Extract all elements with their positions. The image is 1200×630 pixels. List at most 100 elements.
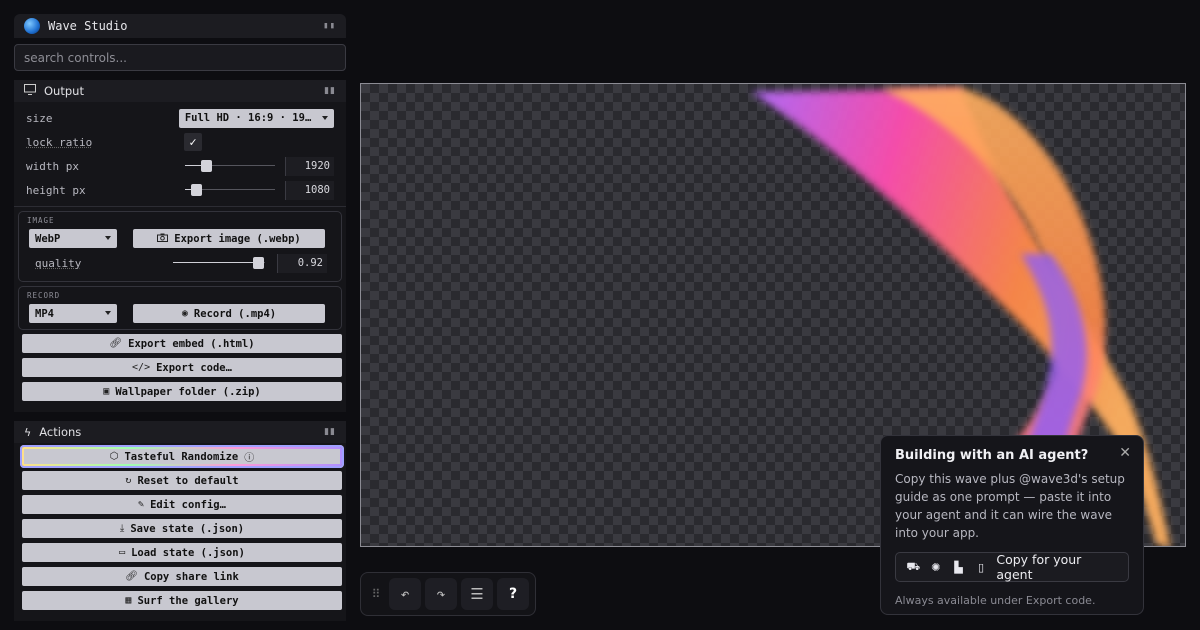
cube-icon: ⬡: [109, 451, 119, 462]
image-icon: ▣: [103, 386, 110, 397]
redo-button[interactable]: ↷: [425, 578, 457, 610]
image-subfolder-title: IMAGE: [27, 216, 55, 225]
surf-gallery-button[interactable]: ▦ Surf the gallery: [22, 591, 342, 610]
record-format-select[interactable]: MP4: [29, 304, 117, 323]
lock-ratio-label: lock ratio: [26, 135, 93, 149]
quality-slider-knob[interactable]: [253, 257, 264, 269]
grip-icon[interactable]: ⠿: [367, 587, 385, 601]
height-label: height px: [26, 183, 86, 197]
image-format-select[interactable]: WebP: [29, 229, 117, 248]
size-select-value: Full HD · 16:9 · 19…: [184, 112, 312, 124]
collapse-handle-icon[interactable]: ▮▮: [324, 427, 336, 437]
redo-icon: ↷: [436, 585, 446, 603]
copy-for-agent-button[interactable]: ⛟ ✺ ▙ ▯ Copy for your agent: [895, 552, 1129, 582]
record-icon: ◉: [181, 308, 188, 319]
quality-input[interactable]: 0.92: [277, 253, 327, 273]
image-subfolder: IMAGE WebP Export image (.webp) quality: [18, 211, 342, 282]
undo-button[interactable]: ↶: [389, 578, 421, 610]
export-embed-button[interactable]: 🔗︎ Export embed (.html): [22, 334, 342, 353]
height-slider-knob[interactable]: [190, 184, 202, 196]
record-button[interactable]: ◉ Record (.mp4): [133, 304, 325, 323]
chevron-down-icon: [105, 311, 111, 315]
wallpaper-folder-button[interactable]: ▣ Wallpaper folder (.zip): [22, 382, 342, 401]
edit-config-button[interactable]: ✎ Edit config…: [22, 495, 342, 514]
popup-footer: Always available under Export code.: [895, 594, 1096, 607]
load-state-label: Load state (.json): [131, 546, 245, 559]
collapse-handle-icon[interactable]: ▮▮: [323, 21, 336, 31]
quality-slider[interactable]: [173, 254, 265, 272]
folder-actions-body: ⬡ Tasteful Randomize ⓘ ↻ Reset to defaul…: [14, 443, 346, 621]
quality-slider-fill: [173, 262, 258, 263]
link-icon: 🔗︎: [109, 338, 123, 349]
size-select[interactable]: Full HD · 16:9 · 19…: [178, 108, 334, 128]
width-input[interactable]: 1920: [284, 156, 334, 176]
close-icon[interactable]: ✕: [1119, 445, 1131, 461]
link-icon: 🔗︎: [125, 571, 138, 582]
app-title: Wave Studio: [48, 19, 128, 33]
height-slider[interactable]: [184, 181, 275, 199]
surf-gallery-label: Surf the gallery: [137, 594, 239, 607]
openai-icon: ✺: [931, 560, 941, 574]
width-label: width px: [26, 159, 79, 173]
controls-panel: Wave Studio ▮▮ Output ▮▮ size Full HD · …: [14, 14, 346, 630]
export-code-button[interactable]: </> Export code…: [22, 358, 342, 377]
mistral-icon: ▙: [954, 560, 963, 574]
record-label: Record (.mp4): [193, 307, 277, 320]
export-image-button[interactable]: Export image (.webp): [133, 229, 325, 248]
ai-agent-popup: Building with an AI agent? ✕ Copy this w…: [880, 435, 1144, 615]
collapse-handle-icon[interactable]: ▮▮: [324, 86, 336, 96]
lightning-icon: ϟ: [24, 425, 32, 439]
download-icon: ⤓: [119, 523, 125, 534]
wallpaper-folder-label: Wallpaper folder (.zip): [115, 385, 261, 398]
reset-icon: ↻: [125, 475, 132, 486]
wave-logo-icon: [24, 18, 40, 34]
search-input[interactable]: [14, 44, 346, 71]
list-button[interactable]: ☰: [461, 578, 493, 610]
lock-ratio-checkbox[interactable]: ✓: [184, 133, 202, 151]
save-state-label: Save state (.json): [130, 522, 245, 535]
popup-title: Building with an AI agent?: [895, 448, 1089, 463]
width-slider-knob[interactable]: [200, 160, 212, 172]
copy-share-link-label: Copy share link: [143, 570, 239, 583]
camera-icon: [157, 233, 169, 245]
lock-ratio-row: lock ratio ✓: [18, 130, 342, 154]
chevron-down-icon: [322, 115, 328, 120]
copy-share-link-button[interactable]: 🔗︎ Copy share link: [22, 567, 342, 586]
folder-output-header[interactable]: Output ▮▮: [14, 80, 346, 102]
record-format-value: MP4: [35, 307, 54, 320]
folder-output-title: Output: [44, 84, 84, 98]
width-slider[interactable]: [184, 157, 275, 175]
chevron-down-icon: [105, 236, 111, 240]
save-state-button[interactable]: ⤓ Save state (.json): [22, 519, 342, 538]
popup-body: Copy this wave plus @wave3d's setup guid…: [895, 472, 1125, 540]
quality-row: quality 0.92: [25, 251, 335, 275]
bottom-toolbar: ⠿ ↶ ↷ ☰ ?: [360, 572, 536, 616]
reset-default-button[interactable]: ↻ Reset to default: [22, 471, 342, 490]
agent-icon: ⛟: [906, 559, 921, 573]
width-row: width px 1920: [18, 154, 342, 178]
load-state-button[interactable]: ▭ Load state (.json): [22, 543, 342, 562]
height-input[interactable]: 1080: [284, 180, 334, 200]
divider: [14, 206, 346, 207]
panel-titlebar[interactable]: Wave Studio ▮▮: [14, 14, 346, 38]
monitor-icon: [24, 84, 36, 98]
grid-icon: ▦: [125, 595, 132, 606]
size-label: size: [26, 111, 53, 125]
export-embed-label: Export embed (.html): [128, 337, 255, 350]
reset-default-label: Reset to default: [137, 474, 239, 487]
tasteful-randomize-button[interactable]: ⬡ Tasteful Randomize ⓘ: [22, 447, 342, 466]
export-image-label: Export image (.webp): [174, 232, 301, 245]
folder-actions-header[interactable]: ϟ Actions ▮▮: [14, 421, 346, 443]
list-icon: ☰: [470, 585, 484, 603]
folder-output-body: size Full HD · 16:9 · 19… lock ratio ✓ w…: [14, 102, 346, 412]
height-row: height px 1080: [18, 178, 342, 202]
pencil-icon: ✎: [138, 499, 145, 510]
tasteful-randomize-label: Tasteful Randomize: [124, 450, 239, 463]
record-subfolder-title: RECORD: [27, 291, 61, 300]
code-icon: </>: [132, 362, 151, 373]
info-icon[interactable]: ⓘ: [244, 449, 254, 464]
help-button[interactable]: ?: [497, 578, 529, 610]
copy-for-agent-label: Copy for your agent: [996, 552, 1082, 582]
quality-label: quality: [35, 256, 82, 270]
record-subfolder: RECORD MP4 ◉ Record (.mp4): [18, 286, 342, 330]
